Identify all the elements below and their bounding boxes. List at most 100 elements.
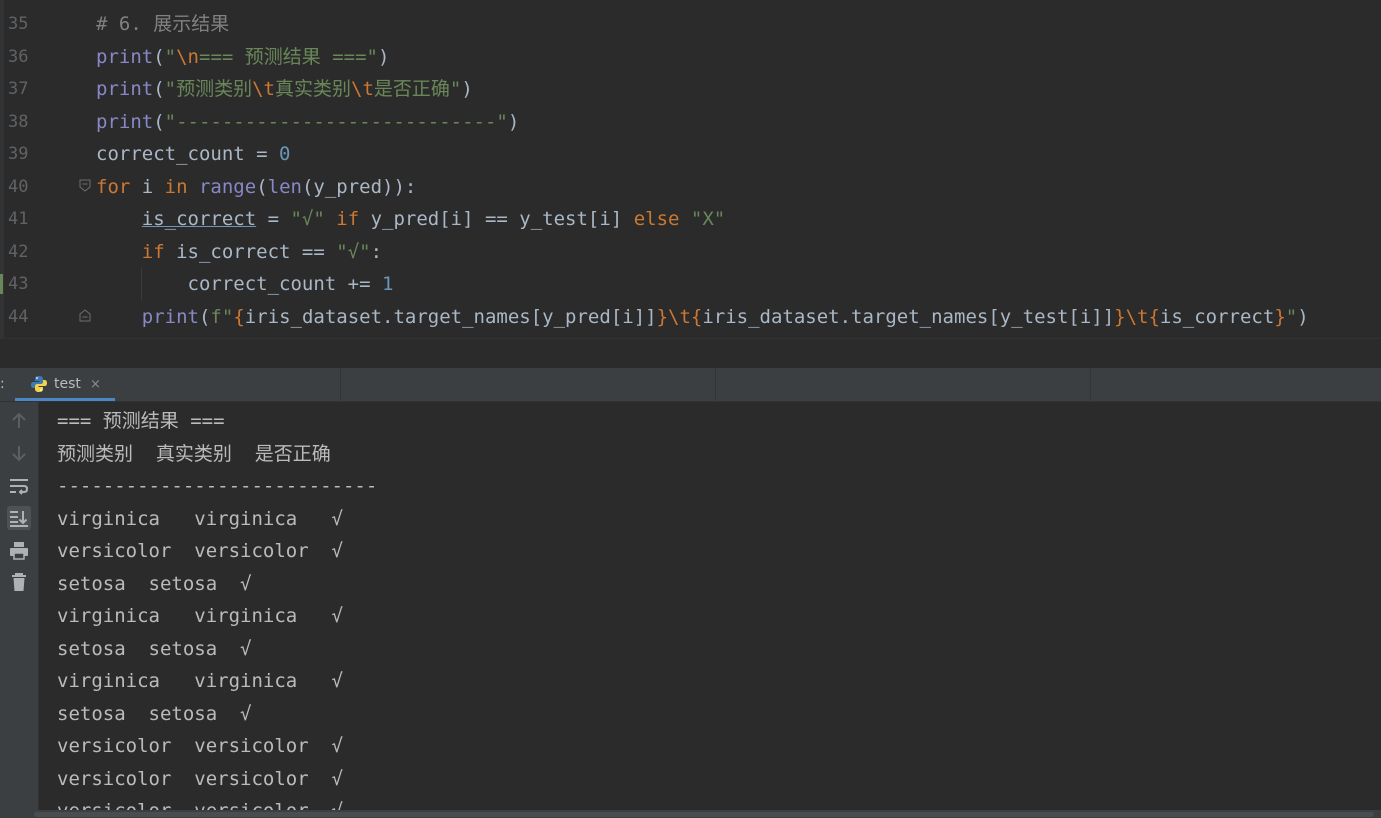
code-token: 真实类别 <box>275 78 352 100</box>
code-line[interactable]: 39 correct_count = 0 <box>0 138 1381 170</box>
code-token: ) <box>1297 305 1309 328</box>
code-line[interactable]: 37 print("预测类别\t真实类别\t是否正确") <box>0 73 1381 105</box>
code-text: print("----------------------------") <box>96 106 519 138</box>
code-token: is_correct == <box>176 240 337 263</box>
code-token: ) <box>507 110 520 133</box>
console-line: versicolor versicolor √ <box>57 795 343 810</box>
code-token: \t <box>351 78 374 100</box>
code-token: f" <box>210 305 234 328</box>
code-token: \n <box>176 45 199 68</box>
run-tool-window-header: : test × <box>0 368 1381 402</box>
code-token: print <box>141 305 199 328</box>
print-icon[interactable] <box>7 539 31 563</box>
code-token: } <box>1274 305 1286 328</box>
tab-separator <box>340 368 341 401</box>
code-line[interactable]: 42 if is_correct == "√": <box>0 236 1381 268</box>
line-number: 43 <box>8 274 29 294</box>
code-token: is_correct <box>1159 305 1275 328</box>
code-token: === 预测结果 ===" <box>199 45 378 68</box>
code-token: range <box>198 175 257 198</box>
line-number: 35 <box>8 14 29 34</box>
line-number: 42 <box>8 241 29 262</box>
code-token: is_correct <box>141 208 257 230</box>
fold-open-icon[interactable] <box>79 179 91 192</box>
soft-wrap-icon[interactable] <box>7 474 31 498</box>
panel-divider[interactable] <box>0 338 1381 369</box>
code-text: print(f"{iris_dataset.target_names[y_pre… <box>96 301 1309 333</box>
code-token: ( <box>153 110 165 133</box>
code-text: print("\n=== 预测结果 ===") <box>96 41 389 73</box>
code-token: " <box>164 45 177 68</box>
code-token: 0 <box>279 143 291 165</box>
code-token: }\t{ <box>1114 305 1160 328</box>
trash-icon[interactable] <box>7 570 31 594</box>
console-line: virginica virginica √ <box>57 605 343 627</box>
code-editor[interactable]: 35 # 6. 展示结果 36 print("\n=== 预测结果 ===") 37 pr… <box>0 0 1381 338</box>
line-number: 44 <box>8 306 29 327</box>
code-token: " <box>1285 305 1298 328</box>
code-text: if is_correct == "√": <box>96 236 382 268</box>
tab-test[interactable]: test × <box>15 368 115 401</box>
line-number: 36 <box>8 46 29 67</box>
code-token: 1 <box>381 273 394 295</box>
line-number: 40 <box>8 176 29 197</box>
code-token: 是否正确" <box>373 78 462 100</box>
console-line: === 预测结果 === <box>57 410 225 432</box>
scrollbar-thumb[interactable] <box>34 812 1374 817</box>
tab-active-indicator <box>15 398 115 401</box>
code-line[interactable]: 35 # 6. 展示结果 <box>0 8 1381 40</box>
console-line: versicolor versicolor √ <box>57 767 343 790</box>
code-line[interactable]: 44 print(f"{iris_dataset.target_names[y_… <box>0 301 1381 333</box>
line-number: 39 <box>8 144 29 164</box>
console-line: setosa setosa √ <box>57 637 252 660</box>
code-token: print <box>96 45 154 68</box>
scroll-to-end-button[interactable] <box>7 506 31 530</box>
code-line[interactable]: 43 correct_count += 1 <box>0 268 1381 300</box>
code-token: for <box>96 175 142 198</box>
code-token: ) <box>377 45 390 68</box>
down-arrow-icon[interactable] <box>7 441 31 465</box>
console-line: setosa setosa √ <box>57 702 252 725</box>
code-token: # 6. 展示结果 <box>96 13 230 35</box>
code-token: i <box>141 175 165 198</box>
tab-label: test <box>54 376 81 392</box>
horizontal-scrollbar[interactable] <box>0 810 1381 818</box>
console-output[interactable]: === 预测结果 === 预测类别 真实类别 是否正确 --------------… <box>39 402 1381 810</box>
code-text: for i in range(len(y_pred)): <box>96 171 416 203</box>
console-line: versicolor versicolor √ <box>57 735 343 757</box>
code-token: correct_count += <box>96 273 382 295</box>
console-line: 预测类别 真实类别 是否正确 <box>57 442 331 465</box>
header-colon: : <box>0 376 5 392</box>
code-token: }\t{ <box>656 305 703 328</box>
code-token: ( <box>153 45 165 68</box>
fold-close-icon[interactable] <box>79 309 91 322</box>
code-line[interactable]: 40 for i in range(len(y_pred)): <box>0 171 1381 203</box>
code-token: ( <box>153 78 165 100</box>
code-line[interactable]: 38 print("----------------------------") <box>0 106 1381 138</box>
code-line[interactable]: 41 is_correct = "√" if y_pred[i] == y_te… <box>0 203 1381 235</box>
tab-separator <box>715 368 716 401</box>
code-line[interactable]: 36 print("\n=== 预测结果 ===") <box>0 41 1381 73</box>
code-text: print("预测类别\t真实类别\t是否正确") <box>96 73 473 105</box>
code-token: "√" <box>290 208 325 230</box>
code-token: if <box>324 208 371 230</box>
code-token: "√" <box>336 240 371 263</box>
code-token: print <box>96 78 154 100</box>
code-token: "X" <box>690 208 726 230</box>
code-token: iris_dataset.target_names[y_test[i]] <box>702 305 1115 328</box>
scroll-to-end-icon <box>10 511 28 527</box>
code-token: "预测类别 <box>164 78 253 100</box>
code-token: "----------------------------" <box>164 110 508 133</box>
code-token: = <box>256 208 291 230</box>
code-token: y_pred[i] == y_test[i] <box>370 208 634 230</box>
console-line: versicolor versicolor √ <box>57 540 343 562</box>
line-number: 37 <box>8 79 29 99</box>
python-icon <box>31 376 47 392</box>
code-token: len <box>267 175 302 198</box>
close-icon[interactable]: × <box>90 368 101 401</box>
code-token: ( <box>256 175 268 198</box>
up-arrow-icon[interactable] <box>7 409 31 433</box>
code-token: \t <box>252 78 275 100</box>
